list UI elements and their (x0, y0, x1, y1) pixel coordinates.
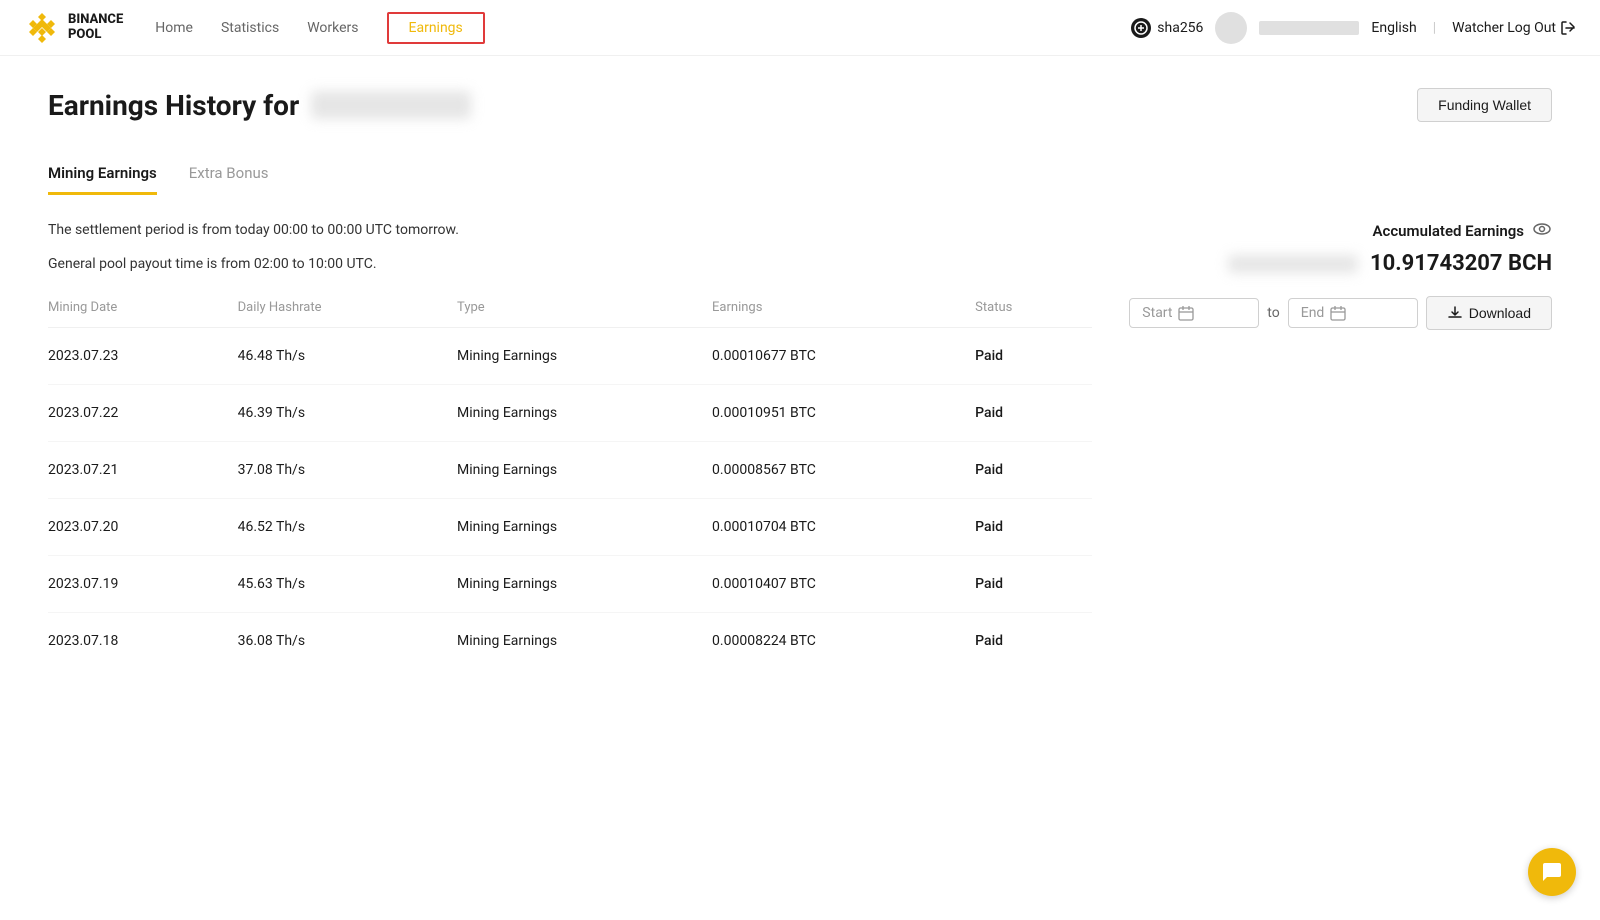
lang-divider: | (1433, 20, 1436, 36)
cell-hashrate: 46.52 Th/s (238, 498, 457, 555)
col-earnings: Earnings (712, 288, 975, 328)
content-layout: The settlement period is from today 00:0… (48, 219, 1552, 669)
download-icon (1447, 305, 1463, 321)
start-date-input[interactable]: Start (1129, 298, 1259, 328)
accumulated-value-row: 10.91743207 BCH (1132, 251, 1552, 276)
main-nav: Home Statistics Workers Earnings (155, 12, 1131, 44)
hash-algo-label: sha256 (1157, 20, 1203, 36)
accumulated-label: Accumulated Earnings (1132, 219, 1552, 243)
payout-text: General pool payout time is from 02:00 t… (48, 253, 1092, 275)
cell-date: 2023.07.21 (48, 441, 238, 498)
cell-earnings: 0.00008567 BTC (712, 441, 975, 498)
date-filter: Start to End (1132, 296, 1552, 330)
download-button[interactable]: Download (1426, 296, 1552, 330)
main-content: Earnings History for Funding Wallet Mini… (0, 56, 1600, 701)
left-panel: The settlement period is from today 00:0… (48, 219, 1092, 669)
user-avatar (1215, 12, 1247, 44)
cell-date: 2023.07.22 (48, 384, 238, 441)
cell-hashrate: 46.39 Th/s (238, 384, 457, 441)
nav-item-statistics[interactable]: Statistics (221, 16, 279, 40)
nav-item-home[interactable]: Home (155, 16, 193, 40)
tab-extra-bonus[interactable]: Extra Bonus (189, 154, 269, 195)
nav-item-workers[interactable]: Workers (307, 16, 358, 40)
cell-type: Mining Earnings (457, 384, 712, 441)
user-name-blur (1259, 21, 1359, 35)
chat-icon (1540, 860, 1564, 884)
logo[interactable]: BINANCE POOL (24, 10, 123, 46)
table-row: 2023.07.23 46.48 Th/s Mining Earnings 0.… (48, 327, 1092, 384)
cell-status: Paid (975, 327, 1092, 384)
page-header: Earnings History for Funding Wallet (48, 88, 1552, 122)
col-mining-date: Mining Date (48, 288, 238, 328)
cell-date: 2023.07.19 (48, 555, 238, 612)
hash-algo: sha256 (1131, 18, 1203, 38)
cell-date: 2023.07.20 (48, 498, 238, 555)
logout-icon (1560, 20, 1576, 36)
cell-status: Paid (975, 555, 1092, 612)
cell-date: 2023.07.18 (48, 612, 238, 669)
table-row: 2023.07.21 37.08 Th/s Mining Earnings 0.… (48, 441, 1092, 498)
cell-status: Paid (975, 612, 1092, 669)
table-row: 2023.07.20 46.52 Th/s Mining Earnings 0.… (48, 498, 1092, 555)
accumulated-blur (1228, 255, 1358, 273)
funding-wallet-button[interactable]: Funding Wallet (1417, 88, 1552, 122)
cell-earnings: 0.00008224 BTC (712, 612, 975, 669)
cell-status: Paid (975, 498, 1092, 555)
eye-icon[interactable] (1532, 219, 1552, 243)
cell-type: Mining Earnings (457, 555, 712, 612)
logo-text: BINANCE POOL (68, 13, 123, 42)
earnings-tabs: Mining Earnings Extra Bonus (48, 154, 1552, 195)
chat-button[interactable] (1528, 848, 1576, 896)
col-daily-hashrate: Daily Hashrate (238, 288, 457, 328)
cell-hashrate: 36.08 Th/s (238, 612, 457, 669)
table-row: 2023.07.19 45.63 Th/s Mining Earnings 0.… (48, 555, 1092, 612)
cell-hashrate: 45.63 Th/s (238, 555, 457, 612)
cell-earnings: 0.00010951 BTC (712, 384, 975, 441)
cell-date: 2023.07.23 (48, 327, 238, 384)
date-to-label: to (1267, 305, 1279, 321)
accumulated-section: Accumulated Earnings 10.91743207 BCH (1132, 219, 1552, 276)
cell-earnings: 0.00010407 BTC (712, 555, 975, 612)
username-blur (311, 91, 471, 119)
language-selector[interactable]: English (1371, 20, 1416, 36)
cell-status: Paid (975, 441, 1092, 498)
col-type: Type (457, 288, 712, 328)
cell-earnings: 0.00010677 BTC (712, 327, 975, 384)
cell-status: Paid (975, 384, 1092, 441)
cell-hashrate: 37.08 Th/s (238, 441, 457, 498)
watcher-logout-btn[interactable]: Watcher Log Out (1452, 20, 1576, 36)
cell-earnings: 0.00010704 BTC (712, 498, 975, 555)
end-date-input[interactable]: End (1288, 298, 1418, 328)
tab-mining-earnings[interactable]: Mining Earnings (48, 154, 157, 195)
cell-type: Mining Earnings (457, 498, 712, 555)
settlement-text: The settlement period is from today 00:0… (48, 219, 1092, 241)
cell-hashrate: 46.48 Th/s (238, 327, 457, 384)
table-row: 2023.07.22 46.39 Th/s Mining Earnings 0.… (48, 384, 1092, 441)
earnings-table: Mining Date Daily Hashrate Type Earnings… (48, 288, 1092, 669)
header-right: sha256 English | Watcher Log Out (1131, 12, 1576, 44)
cell-type: Mining Earnings (457, 441, 712, 498)
accumulated-amount: 10.91743207 BCH (1370, 251, 1552, 276)
cell-type: Mining Earnings (457, 612, 712, 669)
right-panel: Accumulated Earnings 10.91743207 BCH (1132, 219, 1552, 669)
calendar-start-icon (1178, 305, 1194, 321)
nav-item-earnings[interactable]: Earnings (387, 12, 485, 44)
col-status: Status (975, 288, 1092, 328)
calendar-end-icon (1330, 305, 1346, 321)
table-row: 2023.07.18 36.08 Th/s Mining Earnings 0.… (48, 612, 1092, 669)
page-title: Earnings History for (48, 89, 471, 122)
cell-type: Mining Earnings (457, 327, 712, 384)
binance-logo-icon (24, 10, 60, 46)
hash-algo-icon (1131, 18, 1151, 38)
